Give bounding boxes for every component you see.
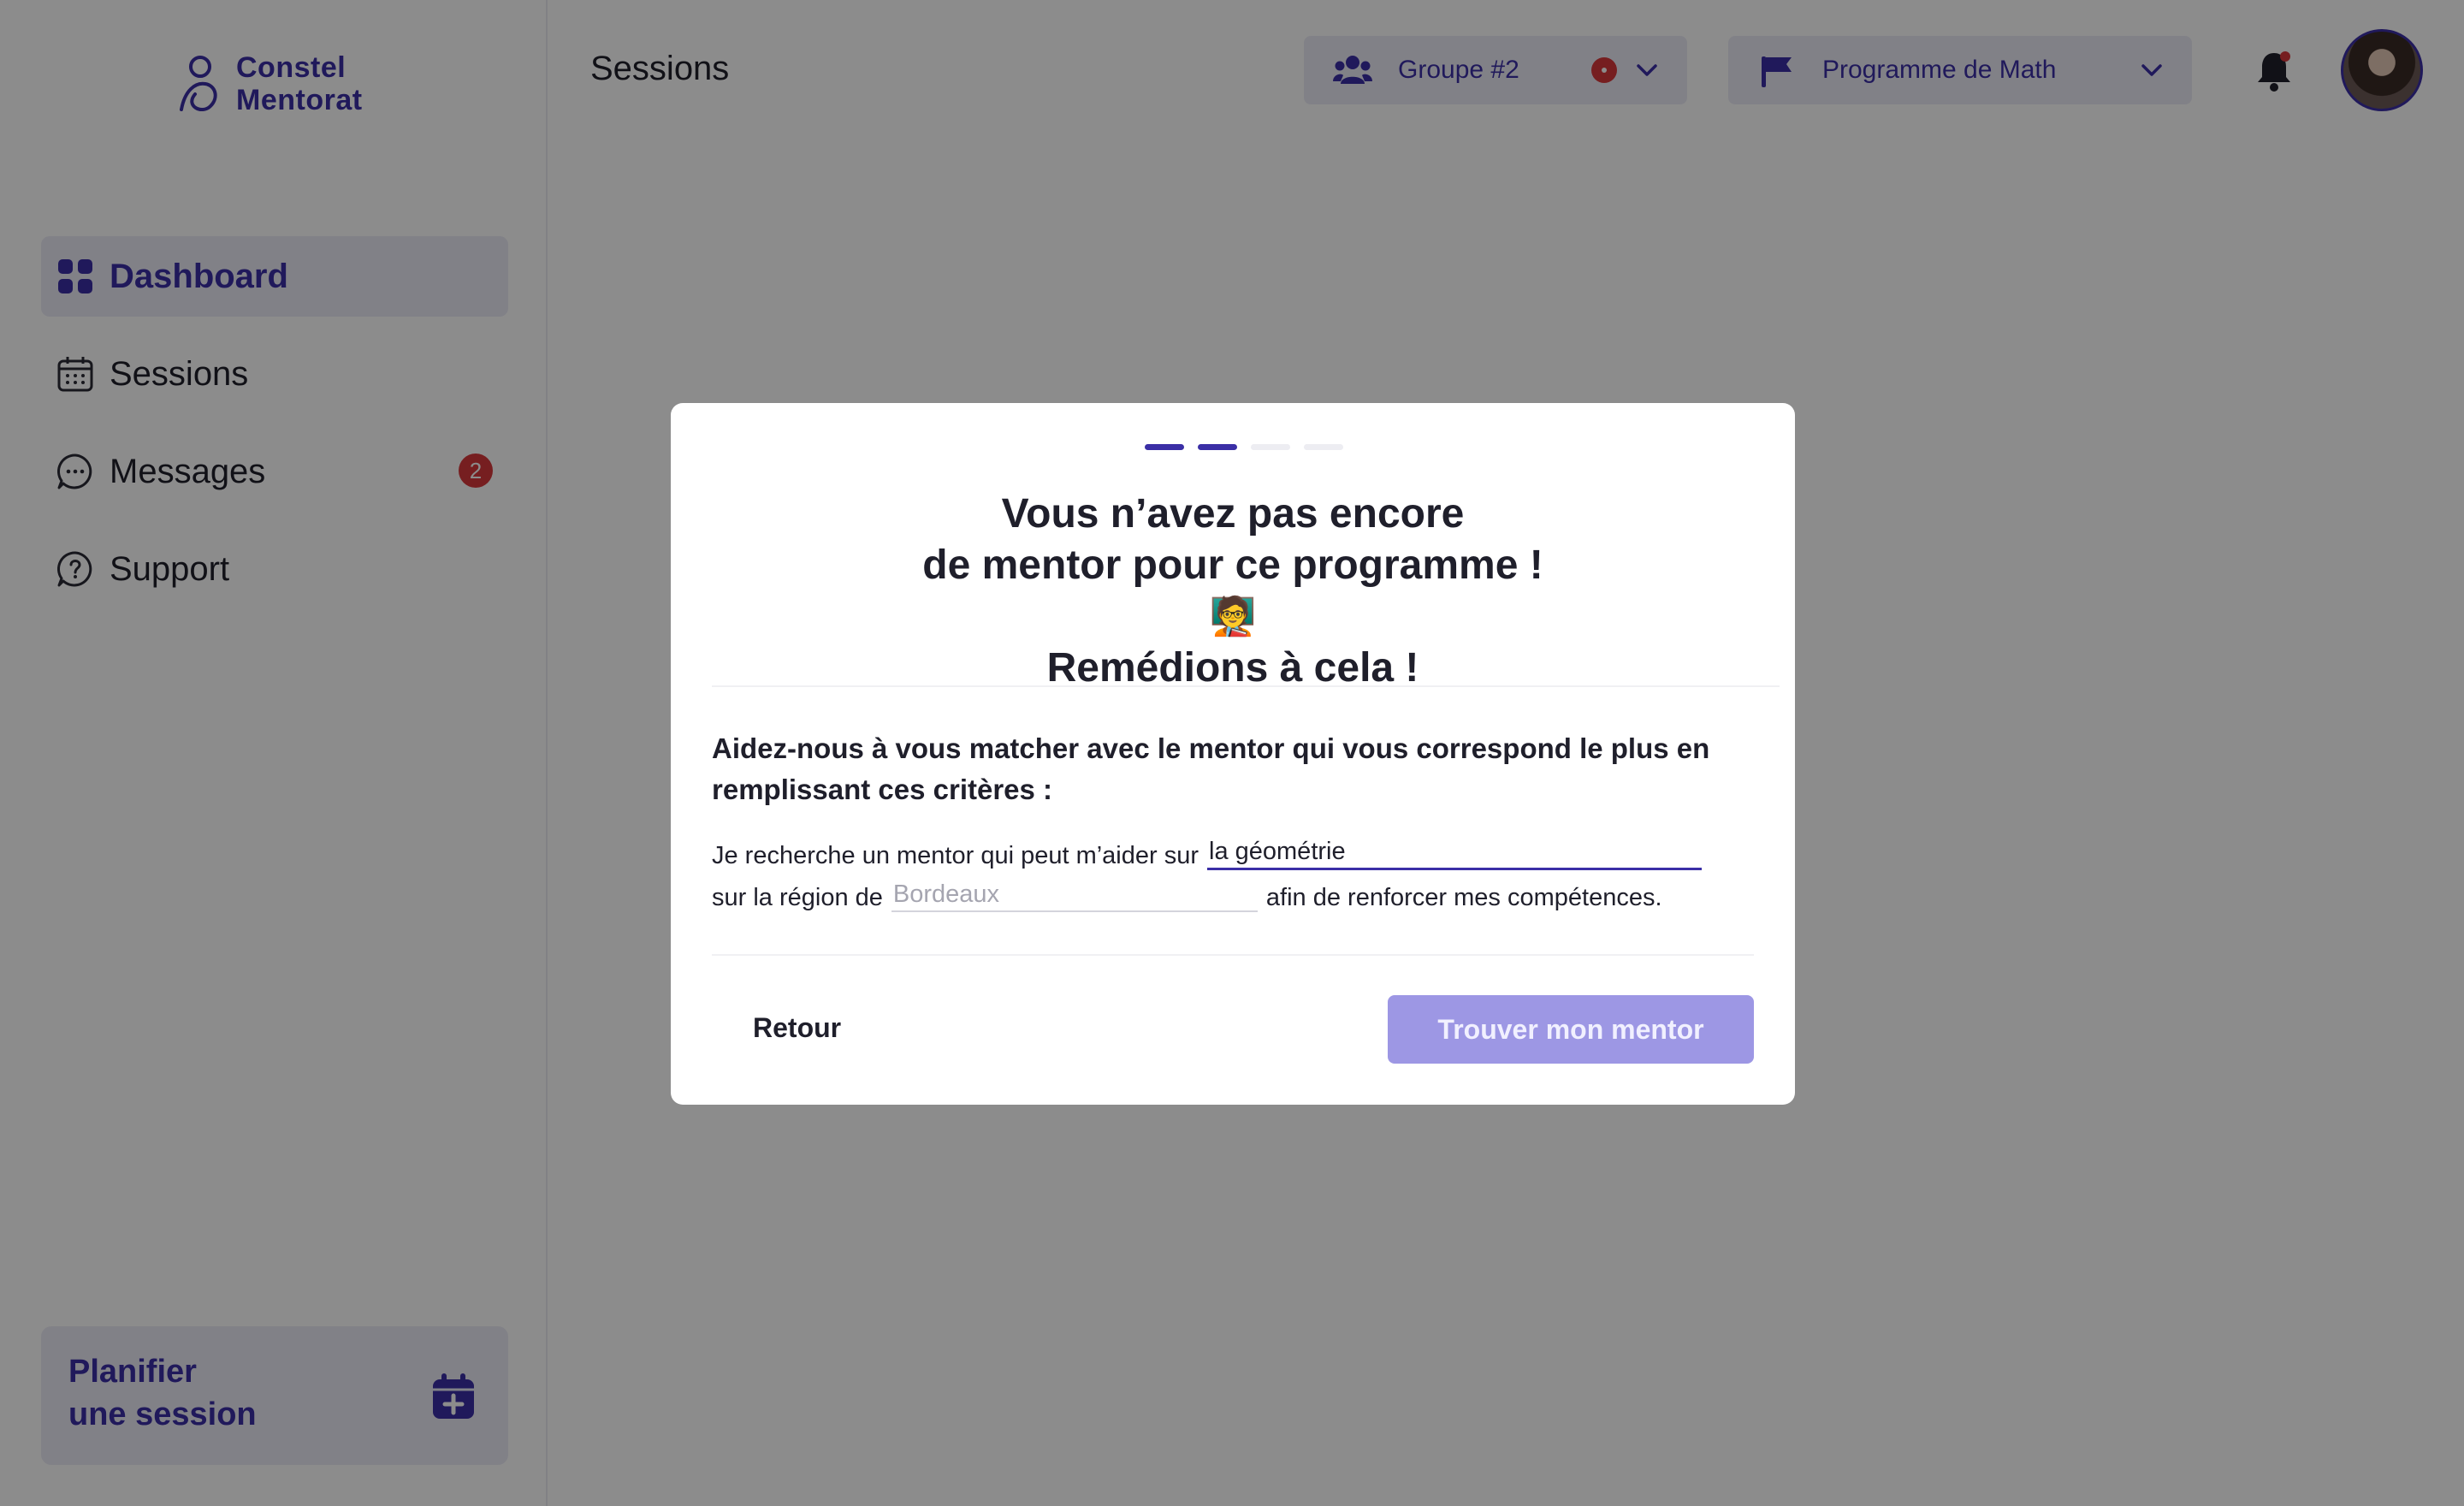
back-button[interactable]: Retour bbox=[712, 993, 882, 1062]
modal-title: Vous n’avez pas encore de mentor pour ce… bbox=[671, 489, 1795, 694]
modal-intro: Aidez-nous à vous matcher avec le mentor… bbox=[712, 732, 1710, 805]
step-3 bbox=[1251, 444, 1290, 450]
step-indicator bbox=[1145, 444, 1343, 450]
modal-title-line2: de mentor pour ce programme ! bbox=[922, 543, 1543, 588]
step-2 bbox=[1198, 444, 1237, 450]
topic-prefix: Je recherche un mentor qui peut m’aider … bbox=[712, 842, 1199, 869]
divider bbox=[712, 685, 1780, 687]
region-sentence: sur la région de afin de renforcer mes c… bbox=[712, 880, 1662, 912]
topic-input[interactable] bbox=[1207, 838, 1703, 870]
region-suffix: afin de renforcer mes compétences. bbox=[1265, 884, 1662, 911]
topic-sentence: Je recherche un mentor qui peut m’aider … bbox=[712, 838, 1710, 870]
step-1 bbox=[1145, 444, 1184, 450]
divider bbox=[712, 954, 1754, 956]
modal-title-line1: Vous n’avez pas encore bbox=[1001, 491, 1465, 537]
find-mentor-modal: Vous n’avez pas encore de mentor pour ce… bbox=[671, 403, 1795, 1105]
teacher-emoji-icon: 🧑‍🏫 bbox=[1209, 596, 1257, 637]
region-prefix: sur la région de bbox=[712, 884, 883, 911]
region-input[interactable] bbox=[891, 880, 1258, 912]
step-4 bbox=[1304, 444, 1343, 450]
find-mentor-button[interactable]: Trouver mon mentor bbox=[1388, 995, 1754, 1064]
